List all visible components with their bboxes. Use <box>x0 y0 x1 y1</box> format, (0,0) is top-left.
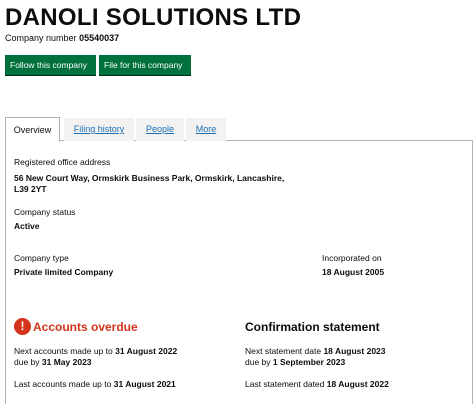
incorporated-label: Incorporated on <box>322 253 382 263</box>
tab-bar: Overview Filing history People More <box>5 117 473 142</box>
registered-office-line1: 56 New Court Way, Ormskirk Business Park… <box>14 173 285 183</box>
confirmation-statement-heading: Confirmation statement <box>245 320 380 334</box>
file-for-company-button[interactable]: File for this company <box>99 55 191 75</box>
accounts-due-text: due by 31 May 2023 <box>14 357 92 368</box>
accounts-overdue-heading: Accounts overdue <box>33 320 138 334</box>
company-number-value: 05540037 <box>79 33 120 43</box>
next-statement-date: 18 August 2023 <box>323 346 386 356</box>
tab-filing-history[interactable]: Filing history <box>64 118 134 141</box>
last-accounts-text: Last accounts made up to 31 August 2021 <box>14 379 176 390</box>
statement-due-text: due by 1 September 2023 <box>245 357 345 368</box>
registered-office-line2: L39 2YT <box>14 184 47 194</box>
company-number: Company number 05540037 <box>5 33 119 44</box>
next-accounts-date: 31 August 2022 <box>115 346 178 356</box>
last-statement-prefix: Last statement dated <box>245 379 325 389</box>
company-number-label: Company number <box>5 33 77 43</box>
last-statement-text: Last statement dated 18 August 2022 <box>245 379 389 390</box>
registered-office-label: Registered office address <box>14 157 111 167</box>
tab-more[interactable]: More <box>186 118 226 141</box>
statement-due-prefix: due by <box>245 357 271 367</box>
next-accounts-prefix: Next accounts made up to <box>14 346 113 356</box>
last-accounts-prefix: Last accounts made up to <box>14 379 112 389</box>
warning-icon: ! <box>14 318 31 335</box>
last-accounts-date: 31 August 2021 <box>113 379 176 389</box>
statement-due-date: 1 September 2023 <box>272 357 346 367</box>
company-status-value: Active <box>14 221 40 231</box>
next-statement-text: Next statement date 18 August 2023 <box>245 346 386 357</box>
next-accounts-text: Next accounts made up to 31 August 2022 <box>14 346 177 357</box>
accounts-due-prefix: due by <box>14 357 40 367</box>
company-status-label: Company status <box>14 207 76 217</box>
last-statement-date: 18 August 2022 <box>326 379 389 389</box>
tab-overview[interactable]: Overview <box>5 117 60 142</box>
company-type-label: Company type <box>14 253 69 263</box>
company-name: DANOLI SOLUTIONS LTD <box>5 4 302 31</box>
next-statement-prefix: Next statement date <box>245 346 322 356</box>
follow-company-button[interactable]: Follow this company <box>5 55 96 75</box>
tab-people[interactable]: People <box>136 118 184 141</box>
company-type-value: Private limited Company <box>14 267 114 277</box>
accounts-due-date: 31 May 2023 <box>41 357 92 367</box>
incorporated-value: 18 August 2005 <box>322 267 385 277</box>
